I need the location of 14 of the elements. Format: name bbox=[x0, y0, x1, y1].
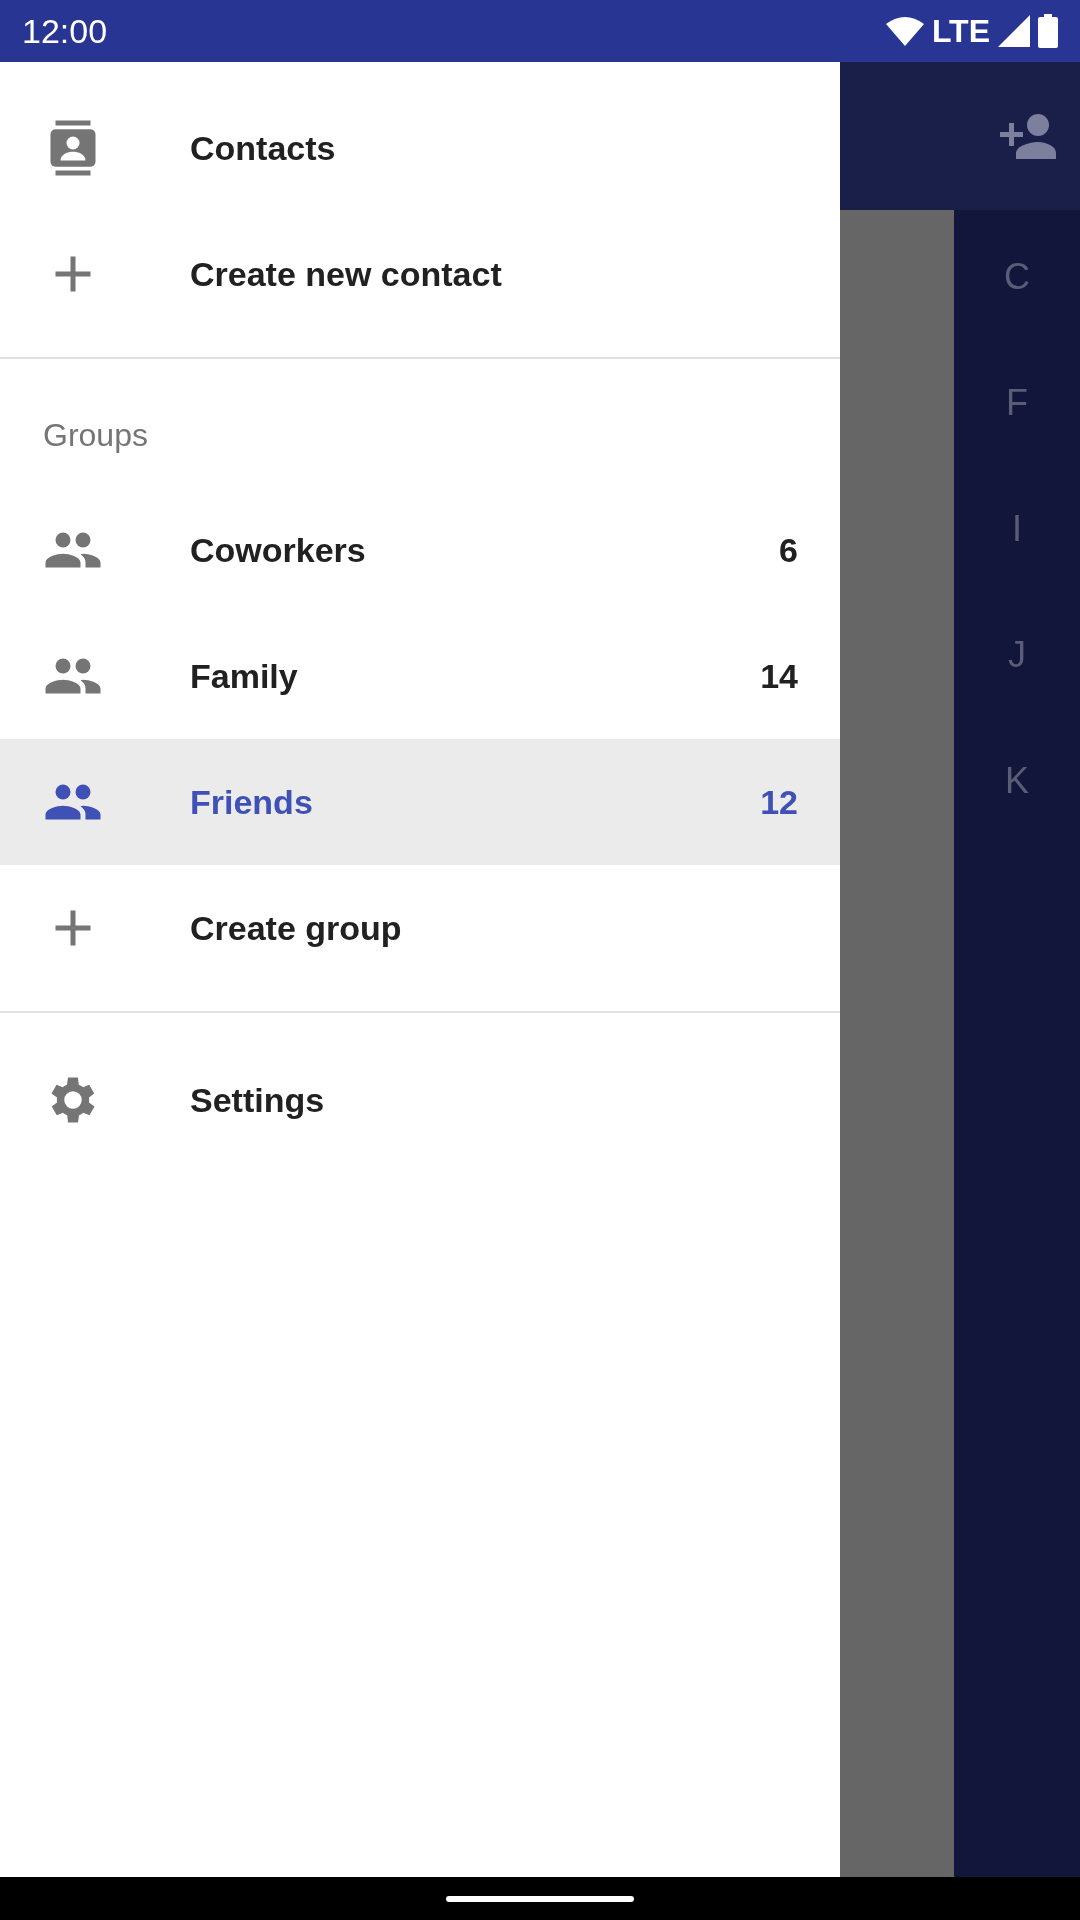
drawer-item[interactable]: Create group bbox=[0, 865, 840, 991]
status-time: 12:00 bbox=[22, 10, 108, 52]
drawer-item[interactable]: Coworkers 6 bbox=[0, 487, 840, 613]
signal-icon bbox=[998, 15, 1030, 47]
drawer-item[interactable]: Contacts bbox=[0, 85, 840, 211]
drawer-item[interactable]: Settings bbox=[0, 1037, 840, 1163]
drawer-item[interactable]: Family 14 bbox=[0, 613, 840, 739]
home-handle[interactable] bbox=[446, 1895, 634, 1902]
drawer-item[interactable]: Create new contact bbox=[0, 211, 840, 337]
wifi-icon bbox=[885, 16, 924, 46]
section-header: Groups bbox=[43, 416, 148, 455]
network-type: LTE bbox=[931, 12, 990, 51]
drawer-item[interactable]: Friends 12 bbox=[0, 739, 840, 865]
battery-icon bbox=[1038, 14, 1058, 48]
